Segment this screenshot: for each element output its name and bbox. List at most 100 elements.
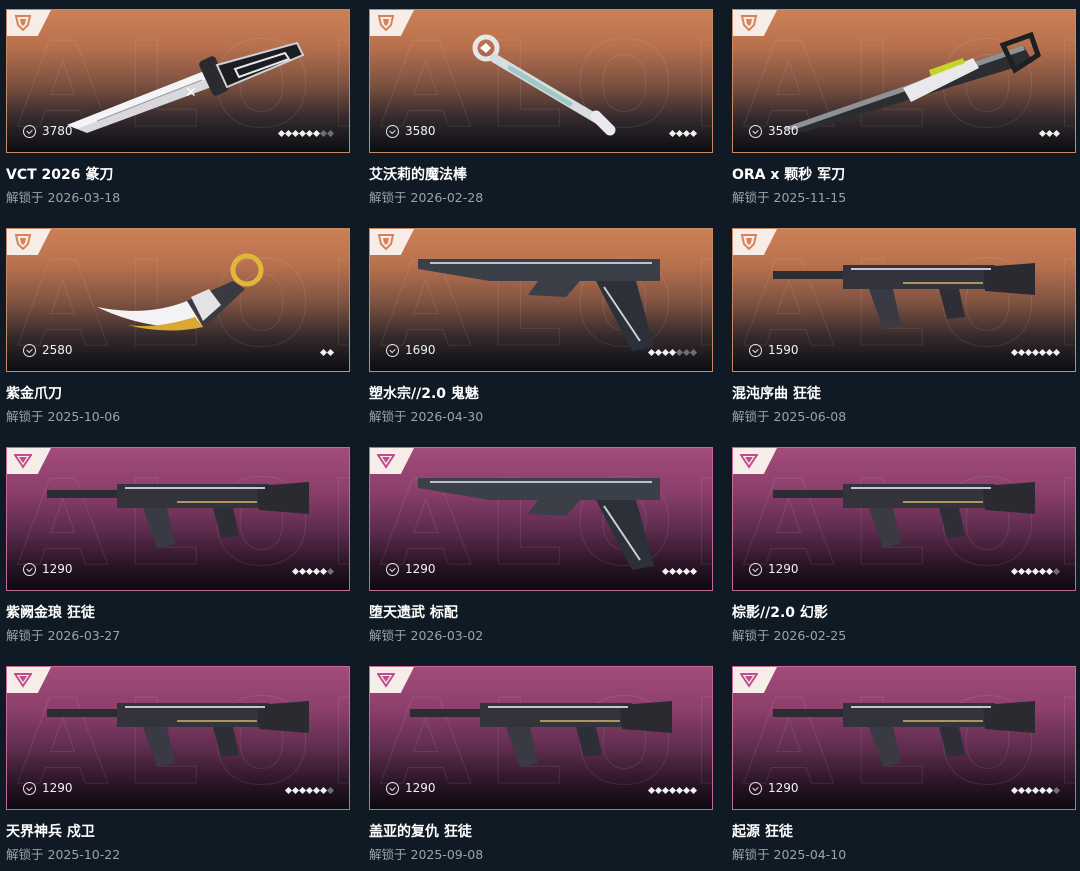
- unlock-prefix: 解锁于: [6, 190, 44, 205]
- diamond-icon: [326, 129, 335, 138]
- unlock-prefix: 解锁于: [6, 628, 44, 643]
- unlock-date: 解锁于 2025-04-10: [732, 844, 846, 863]
- skin-item[interactable]: ALOR 1290 紫阙金琅 狂徒解锁于 2026-03-27: [6, 447, 350, 666]
- unlock-date: 解锁于 2026-02-28: [369, 187, 483, 206]
- price: 1290: [749, 781, 799, 795]
- unlock-date-value: 2025-09-08: [410, 847, 484, 862]
- skin-title: 起源 狂徒: [732, 824, 793, 840]
- diamond-icon: [1052, 129, 1061, 138]
- skin-title: ORA x 颗秒 军刀: [732, 167, 846, 183]
- rating-diamonds: [1010, 567, 1061, 576]
- rating-diamonds: [647, 786, 698, 795]
- price: 1290: [386, 781, 436, 795]
- skin-card[interactable]: ALOR 1690: [369, 228, 713, 372]
- currency-icon: [749, 781, 762, 795]
- skin-card[interactable]: ALOR 1290: [369, 666, 713, 810]
- skin-card[interactable]: ALOR 2580: [6, 228, 350, 372]
- skin-item[interactable]: ALOR 2580 紫金爪刀解锁于 2025-10-06: [6, 228, 350, 447]
- price: 1690: [386, 343, 436, 357]
- diamond-icon: [1052, 786, 1061, 795]
- skin-title: 紫金爪刀: [6, 386, 62, 402]
- price: 1290: [386, 562, 436, 576]
- unlock-date: 解锁于 2026-04-30: [369, 406, 483, 425]
- currency-icon: [749, 562, 762, 576]
- unlock-date: 解锁于 2026-03-18: [6, 187, 120, 206]
- skin-card[interactable]: ALOR 1290: [6, 447, 350, 591]
- rating-diamonds: [1038, 129, 1061, 138]
- diamond-icon: [326, 567, 335, 576]
- skin-item[interactable]: ALOR 1290 堕天遗武 标配解锁于 2026-03-02: [369, 447, 713, 666]
- diamond-icon: [689, 567, 698, 576]
- skin-title: 棕影//2.0 幻影: [732, 605, 828, 621]
- skin-item[interactable]: ALOR 1290 天界神兵 戍卫解锁于 2025-10-22: [6, 666, 350, 871]
- rating-diamonds: [1010, 348, 1061, 357]
- price: 3580: [749, 124, 799, 138]
- skin-item[interactable]: ALOR 1290 起源 狂徒解锁于 2025-04-10: [732, 666, 1076, 871]
- skin-title: 艾沃莉的魔法棒: [369, 167, 467, 183]
- price-value: 1290: [768, 781, 799, 795]
- currency-icon: [749, 343, 762, 357]
- unlock-date-value: 2025-11-15: [773, 190, 847, 205]
- currency-icon: [749, 124, 762, 138]
- rating-diamonds: [647, 348, 698, 357]
- price-value: 1290: [42, 562, 73, 576]
- unlock-prefix: 解锁于: [732, 190, 770, 205]
- unlock-prefix: 解锁于: [369, 628, 407, 643]
- rating-diamonds: [284, 786, 335, 795]
- skin-item[interactable]: ALOR 3580 ORA x 颗秒 军刀解锁于 2025-11-15: [732, 9, 1076, 228]
- price-value: 1290: [405, 562, 436, 576]
- unlock-date: 解锁于 2025-10-22: [6, 844, 120, 863]
- skin-card[interactable]: ALOR 1290: [369, 447, 713, 591]
- unlock-date: 解锁于 2025-11-15: [732, 187, 846, 206]
- diamond-icon: [1052, 567, 1061, 576]
- diamond-icon: [1052, 348, 1061, 357]
- skin-card[interactable]: ALOR ✕3780: [6, 9, 350, 153]
- price-value: 1290: [768, 562, 799, 576]
- rating-diamonds: [661, 567, 698, 576]
- price-value: 1590: [768, 343, 799, 357]
- skin-grid: ALOR ✕3780VCT 2026 篆刀解锁于 2026-03-18ALOR …: [6, 9, 1076, 871]
- diamond-icon: [689, 348, 698, 357]
- price: 3780: [23, 124, 73, 138]
- skin-card[interactable]: ALOR 1590: [732, 228, 1076, 372]
- unlock-prefix: 解锁于: [6, 847, 44, 862]
- price: 1290: [749, 562, 799, 576]
- currency-icon: [386, 343, 399, 357]
- skin-item[interactable]: ALOR ✕3780 VCT 2026 篆刀解锁于 2026-03-18: [6, 9, 350, 228]
- unlock-prefix: 解锁于: [369, 847, 407, 862]
- skin-card[interactable]: ALOR 1290: [6, 666, 350, 810]
- skin-card[interactable]: ALOR 3580: [369, 9, 713, 153]
- skin-card[interactable]: ALOR 1290: [732, 666, 1076, 810]
- unlock-date-value: 2026-03-02: [410, 628, 484, 643]
- rating-diamonds: [277, 129, 335, 138]
- currency-icon: [386, 781, 399, 795]
- unlock-date-value: 2026-04-30: [410, 409, 484, 424]
- skin-item[interactable]: ALOR 1590 混沌序曲 狂徒解锁于 2025-06-08: [732, 228, 1076, 447]
- unlock-date-value: 2025-06-08: [773, 409, 847, 424]
- rating-diamonds: [1010, 786, 1061, 795]
- diamond-icon: [689, 786, 698, 795]
- skin-title: 盖亚的复仇 狂徒: [369, 824, 472, 840]
- skin-item[interactable]: ALOR 1290 棕影//2.0 幻影解锁于 2026-02-25: [732, 447, 1076, 666]
- skin-title: 天界神兵 戍卫: [6, 824, 95, 840]
- rating-diamonds: [668, 129, 698, 138]
- price-value: 3580: [768, 124, 799, 138]
- currency-icon: [23, 343, 36, 357]
- price-value: 1290: [405, 781, 436, 795]
- unlock-date: 解锁于 2026-03-27: [6, 625, 120, 644]
- skin-card[interactable]: ALOR 3580: [732, 9, 1076, 153]
- unlock-date-value: 2025-10-22: [47, 847, 121, 862]
- skin-item[interactable]: ALOR 1290 盖亚的复仇 狂徒解锁于 2025-09-08: [369, 666, 713, 871]
- unlock-prefix: 解锁于: [369, 409, 407, 424]
- skin-item[interactable]: ALOR 1690 塑水宗//2.0 鬼魅解锁于 2026-04-30: [369, 228, 713, 447]
- currency-icon: [23, 781, 36, 795]
- skin-card[interactable]: ALOR 1290: [732, 447, 1076, 591]
- skin-title: VCT 2026 篆刀: [6, 167, 114, 183]
- unlock-prefix: 解锁于: [732, 847, 770, 862]
- skin-item[interactable]: ALOR 3580 艾沃莉的魔法棒解锁于 2026-02-28: [369, 9, 713, 228]
- currency-icon: [386, 562, 399, 576]
- skin-title: 混沌序曲 狂徒: [732, 386, 821, 402]
- price-value: 1290: [42, 781, 73, 795]
- unlock-prefix: 解锁于: [369, 190, 407, 205]
- unlock-date-value: 2025-10-06: [47, 409, 121, 424]
